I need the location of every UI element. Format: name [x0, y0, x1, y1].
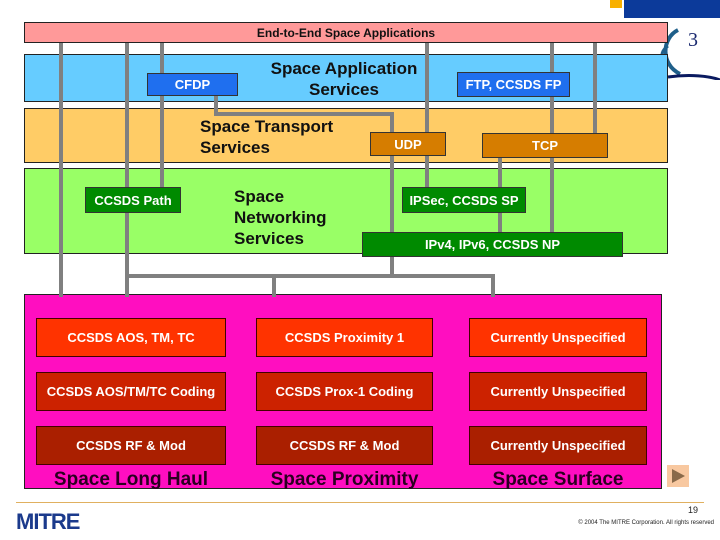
title-line: Services [234, 229, 304, 248]
title-line: Services [200, 138, 270, 157]
connector-line [491, 274, 495, 297]
next-slide-button[interactable] [667, 465, 689, 487]
ipsec-ccsds-sp-box: IPSec, CCSDS SP [402, 187, 526, 213]
page-number: 19 [687, 505, 698, 515]
copyright-notice: © 2004 The MITRE Corporation. All rights… [578, 520, 714, 526]
tcp-box: TCP [482, 133, 608, 158]
ipv4-ipv6-ccsds-np-box: IPv4, IPv6, CCSDS NP [362, 232, 623, 257]
svg-text:3: 3 [688, 29, 698, 51]
footer-divider [16, 502, 704, 503]
corner-accent-orange [610, 0, 622, 8]
connector-line [425, 42, 429, 190]
connector-line [593, 42, 597, 138]
link-box-surface-3: Currently Unspecified [469, 426, 647, 465]
title-line: Space Application [270, 59, 418, 78]
environment-label-long-haul: Space Long Haul [53, 469, 209, 490]
environment-label-surface: Space Surface [492, 469, 624, 490]
link-box-proximity-1: CCSDS Proximity 1 [256, 318, 433, 357]
title-line: Space [234, 187, 285, 206]
connector-bus [125, 274, 495, 278]
link-box-proximity-3: CCSDS RF & Mod [256, 426, 433, 465]
connector-line [160, 42, 164, 188]
title-line: Networking [234, 208, 327, 227]
cfdp-box: CFDP [147, 73, 238, 96]
mitre-logo: MITRE [16, 509, 80, 534]
ftp-ccsds-fp-box: FTP, CCSDS FP [457, 72, 570, 97]
connector-line [272, 274, 276, 297]
link-box-surface-1: Currently Unspecified [469, 318, 647, 357]
end-to-end-applications-bar: End-to-End Space Applications [24, 22, 668, 43]
connector-line [125, 42, 129, 297]
link-box-proximity-2: CCSDS Prox-1 Coding [256, 372, 433, 411]
title-line: Space Transport [200, 117, 334, 136]
networking-layer-title: Space Networking Services [234, 186, 327, 249]
title-line: Services [309, 80, 379, 99]
corner-accent-blue [624, 0, 720, 18]
connector-line [59, 42, 63, 297]
link-box-long-haul-3: CCSDS RF & Mod [36, 426, 226, 465]
environment-label-proximity: Space Proximity [270, 469, 419, 490]
link-box-long-haul-1: CCSDS AOS, TM, TC [36, 318, 226, 357]
ccsds-path-box: CCSDS Path [85, 187, 181, 213]
next-slide-arrow-icon [672, 469, 685, 483]
udp-box: UDP [370, 132, 446, 156]
transport-layer-title: Space Transport Services [200, 116, 333, 158]
link-box-surface-2: Currently Unspecified [469, 372, 647, 411]
link-box-long-haul-2: CCSDS AOS/TM/TC Coding [36, 372, 226, 411]
application-layer-title: Space Application Services [264, 58, 424, 100]
